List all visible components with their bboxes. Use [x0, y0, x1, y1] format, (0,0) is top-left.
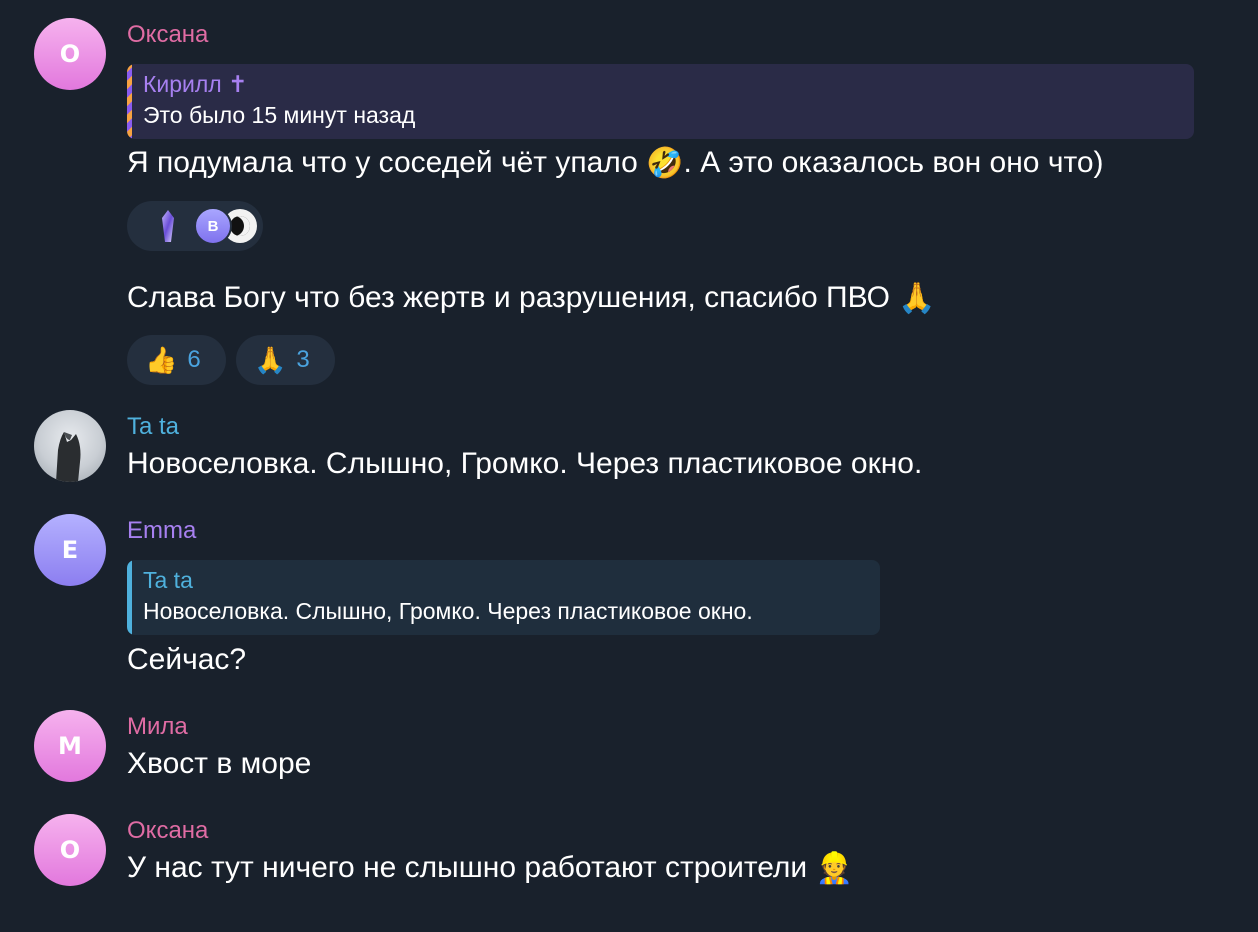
reply-quote[interactable]: Кирилл ✝ Это было 15 минут назад — [127, 64, 1194, 139]
rofl-emoji-icon: 🤣 — [646, 146, 684, 182]
reply-author: Ta ta — [143, 567, 193, 593]
reaction-crystal[interactable]: B — [127, 201, 263, 251]
reply-text: Новоселовка. Слышно, Громко. Через пласт… — [143, 598, 753, 624]
reactor-face-icon — [230, 216, 250, 236]
avatar[interactable] — [34, 410, 106, 482]
message-text: Хвост в море — [127, 747, 312, 780]
message-text-part: Слава Богу что без жертв и разрушения, с… — [127, 281, 899, 314]
message-text: Слава Богу что без жертв и разрушения, с… — [127, 279, 936, 318]
avatar[interactable]: O — [34, 18, 106, 90]
message-author[interactable]: Ta ta — [127, 412, 179, 442]
avatar-photo-icon — [56, 432, 81, 482]
pray-emoji-icon: 🙏 — [898, 281, 936, 317]
chat-history: O Оксана Кирилл ✝ Это было 15 минут наза… — [0, 0, 1258, 932]
message-author[interactable]: Оксана — [127, 816, 208, 846]
message-text: Сейчас? — [127, 643, 247, 676]
avatar[interactable]: E — [34, 514, 106, 586]
reply-quote[interactable]: Ta ta Новоселовка. Слышно, Громко. Через… — [127, 560, 880, 635]
message-author[interactable]: Emma — [127, 516, 196, 546]
thumbs-up-icon: 👍 — [145, 345, 178, 375]
avatar-letter: O — [59, 836, 81, 864]
reaction-pray[interactable]: 🙏 3 — [236, 335, 335, 385]
reply-quote-bar — [127, 560, 132, 635]
reactor-avatar: B — [194, 207, 232, 245]
avatar-letter: E — [61, 536, 79, 564]
message-text-part: Я подумала что у соседей чёт упало — [127, 146, 647, 179]
message-text: Новоселовка. Слышно, Громко. Через пласт… — [127, 447, 923, 480]
message-text: У нас тут ничего не слышно работают стро… — [127, 849, 853, 888]
reaction-thumbs-up[interactable]: 👍 6 — [127, 335, 226, 385]
reaction-count: 3 — [296, 346, 310, 373]
message-text: Я подумала что у соседей чёт упало 🤣. А … — [127, 144, 1104, 183]
avatar-letter: M — [58, 732, 82, 760]
avatar-letter: O — [59, 40, 81, 68]
construction-worker-emoji-icon: 👷 — [815, 851, 853, 887]
message-author[interactable]: Мила — [127, 712, 188, 742]
reaction-count: 6 — [187, 346, 201, 373]
avatar[interactable]: M — [34, 710, 106, 782]
reply-author: Кирилл ✝ — [143, 71, 248, 97]
avatar[interactable]: O — [34, 814, 106, 886]
reply-quote-bar — [127, 64, 132, 139]
pray-icon: 🙏 — [254, 345, 287, 375]
message-text-part: . А это оказалось вон оно что) — [683, 146, 1104, 179]
crystal-icon — [161, 210, 175, 247]
message-text-part: У нас тут ничего не слышно работают стро… — [127, 851, 816, 884]
reply-text: Это было 15 минут назад — [143, 102, 416, 128]
message-author[interactable]: Оксана — [127, 20, 208, 50]
